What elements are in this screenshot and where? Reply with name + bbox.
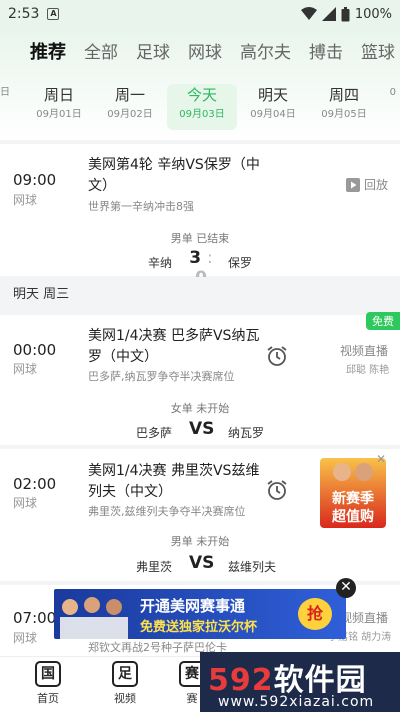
status-time: 2:53 bbox=[8, 6, 40, 22]
match-card[interactable]: 免费 00:00 网球 美网1/4决赛 巴多萨VS纳瓦罗（中文） 巴多萨,纳瓦罗… bbox=[0, 312, 400, 445]
home-icon: 国 bbox=[35, 661, 61, 687]
nav-video[interactable]: 足 视频 bbox=[95, 661, 155, 706]
ad-banner-cta[interactable]: 抢 bbox=[298, 598, 332, 630]
match-title: 美网1/4决赛 弗里茨VS兹维列夫（中文） bbox=[88, 463, 260, 500]
ad-close-icon[interactable]: ✕ bbox=[336, 578, 356, 598]
home-team: 巴多萨 bbox=[136, 426, 173, 440]
nav-home[interactable]: 国 首页 bbox=[18, 661, 78, 706]
video-icon: 足 bbox=[112, 661, 138, 687]
date-day: 09月01日 bbox=[36, 109, 82, 120]
match-title: 美网1/4决赛 巴多萨VS纳瓦罗（中文） bbox=[88, 328, 260, 365]
date-day: 09月03日 bbox=[179, 109, 225, 120]
away-team: 纳瓦罗 bbox=[228, 426, 265, 440]
match-category: 男单 未开始 bbox=[170, 535, 230, 548]
date-day: 日 bbox=[0, 87, 10, 98]
battery-level: 100% bbox=[354, 6, 392, 22]
match-sport: 网球 bbox=[13, 193, 38, 207]
watermark-brand: 592软件园 bbox=[208, 655, 367, 699]
date-item-mon[interactable]: 周一 09月02日 bbox=[95, 84, 165, 130]
replay-label: 回放 bbox=[364, 178, 389, 192]
date-weekday: 周一 bbox=[114, 86, 145, 104]
vs-label: VS bbox=[189, 553, 215, 573]
commentators: 邱聪 陈艳 bbox=[346, 365, 390, 376]
side-ad-close-icon[interactable]: ✕ bbox=[376, 452, 386, 466]
date-weekday: 今天 bbox=[186, 86, 217, 104]
ad-banner-line1: 开通美网赛事通 bbox=[140, 597, 246, 615]
match-category: 女单 未开始 bbox=[170, 402, 230, 415]
status-bar: 2:53 A 100% bbox=[0, 0, 400, 28]
play-icon bbox=[346, 177, 360, 192]
section-header: 明天 周三 bbox=[0, 277, 400, 313]
match-time: 09:00 bbox=[13, 171, 57, 189]
watermark-url: www.592xiazai.com bbox=[218, 694, 375, 710]
date-day: 0 bbox=[389, 87, 396, 98]
match-subtitle: 弗里茨,兹维列夫争夺半决赛席位 bbox=[88, 505, 246, 518]
match-sport: 网球 bbox=[13, 496, 38, 510]
date-strip: 日 周日 09月01日 周一 09月02日 今天 09月03日 明天 09月04… bbox=[0, 82, 400, 132]
alarm-icon[interactable] bbox=[266, 345, 288, 367]
players-image bbox=[60, 597, 128, 639]
replay-button[interactable]: 回放 bbox=[346, 176, 388, 193]
tab-golf[interactable]: 高尔夫 bbox=[231, 38, 300, 70]
header: 推荐 全部 足球 网球 高尔夫 搏击 篮球 日 周日 09月01日 周一 09月… bbox=[0, 28, 400, 140]
match-title: 美网第4轮 辛纳VS保罗（中文） bbox=[88, 157, 260, 194]
away-team: 兹维列夫 bbox=[228, 560, 277, 574]
side-ad-line2: 超值购 bbox=[332, 509, 374, 525]
watermark: 592软件园 www.592xiazai.com bbox=[200, 652, 400, 712]
date-weekday: 周日 bbox=[43, 86, 74, 104]
match-sport: 网球 bbox=[13, 631, 38, 645]
wifi-icon bbox=[300, 7, 317, 20]
match-subtitle: 巴多萨,纳瓦罗争夺半决赛席位 bbox=[88, 370, 235, 383]
nav-home-label: 首页 bbox=[37, 692, 59, 705]
ad-banner[interactable]: 开通美网赛事通 免费送独家拉沃尔杯 抢 bbox=[54, 589, 346, 639]
score-separator: : bbox=[207, 248, 213, 268]
watermark-brand-number: 592 bbox=[208, 663, 274, 698]
watermark-brand-text: 软件园 bbox=[273, 663, 367, 698]
date-item-prev[interactable]: 日 bbox=[0, 84, 10, 130]
signal-icon bbox=[321, 7, 336, 21]
side-ad[interactable]: 新赛季 超值购 bbox=[320, 458, 386, 528]
match-subtitle: 世界第一辛纳冲击8强 bbox=[88, 200, 194, 213]
tab-basketball[interactable]: 篮球 bbox=[352, 38, 400, 70]
date-weekday: 明天 bbox=[257, 86, 288, 104]
match-category: 男单 已结束 bbox=[170, 232, 230, 245]
tab-recommend[interactable]: 推荐 bbox=[21, 38, 75, 70]
match-time: 07:00 bbox=[13, 609, 57, 627]
tab-all[interactable]: 全部 bbox=[75, 38, 127, 70]
ad-banner-line2: 免费送独家拉沃尔杯 bbox=[140, 620, 258, 635]
tab-football[interactable]: 足球 bbox=[127, 38, 179, 70]
side-ad-line1: 新赛季 bbox=[332, 491, 374, 507]
status-right: 100% bbox=[300, 6, 392, 22]
match-sport: 网球 bbox=[13, 362, 38, 376]
tab-tennis[interactable]: 网球 bbox=[179, 38, 231, 70]
date-item-today[interactable]: 今天 09月03日 bbox=[167, 84, 237, 130]
away-team: 保罗 bbox=[228, 256, 253, 270]
tab-combat[interactable]: 搏击 bbox=[300, 38, 352, 70]
battery-icon bbox=[341, 6, 350, 21]
nav-video-label: 视频 bbox=[114, 692, 136, 705]
date-day: 09月02日 bbox=[107, 109, 153, 120]
free-badge: 免费 bbox=[366, 312, 400, 330]
sim-icon: A bbox=[47, 8, 60, 20]
date-item-tomorrow[interactable]: 明天 09月04日 bbox=[238, 84, 308, 130]
date-item-next[interactable]: 0 bbox=[362, 84, 400, 130]
category-tabs: 推荐 全部 足球 网球 高尔夫 搏击 篮球 bbox=[0, 38, 400, 70]
match-time: 00:00 bbox=[13, 341, 57, 359]
live-label[interactable]: 视频直播 bbox=[340, 342, 388, 359]
home-team: 辛纳 bbox=[148, 256, 173, 270]
date-item-sun[interactable]: 周日 09月01日 bbox=[24, 84, 94, 130]
date-day: 09月04日 bbox=[250, 109, 296, 120]
home-team: 弗里茨 bbox=[136, 560, 173, 574]
match-card[interactable]: 09:00 网球 美网第4轮 辛纳VS保罗（中文） 世界第一辛纳冲击8强 回放 … bbox=[0, 144, 400, 288]
score-home: 3 bbox=[189, 248, 202, 268]
vs-label: VS bbox=[189, 419, 215, 439]
alarm-icon[interactable] bbox=[266, 479, 288, 501]
match-time: 02:00 bbox=[13, 475, 57, 493]
live-label[interactable]: 视频直播 bbox=[340, 609, 388, 626]
